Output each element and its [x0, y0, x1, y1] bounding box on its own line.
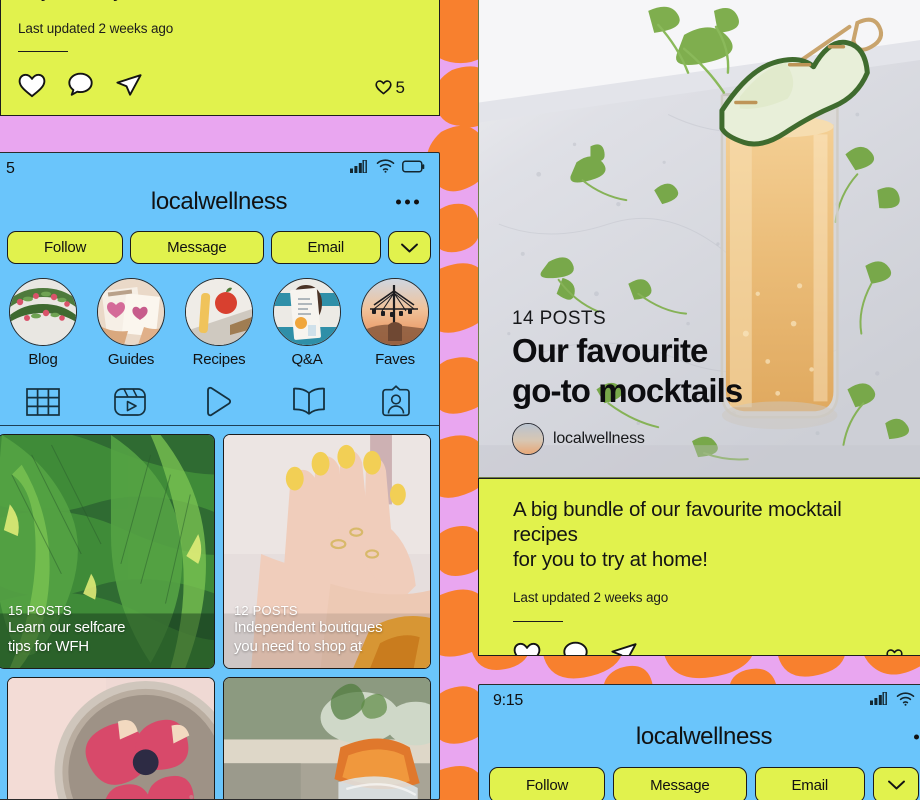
- follow-button[interactable]: Follow: [7, 231, 124, 264]
- caption-meta-left: Last updated 2 weeks ago: [18, 21, 174, 36]
- profile-tabbar-left: [0, 378, 439, 426]
- story-highlights-left: Blog Guides Recipes Q&A Faves: [0, 264, 439, 368]
- reels-icon: [113, 387, 146, 416]
- avatar: [512, 423, 544, 455]
- message-button-right[interactable]: Message: [613, 767, 747, 800]
- caption-right-line2: for you to try at home!: [513, 548, 708, 571]
- status-time-clipped: 5: [6, 159, 15, 177]
- play-icon: [207, 386, 231, 416]
- caption-card-left: A big bundle of our favourite mocktail r…: [0, 0, 440, 116]
- wifi-icon: [376, 159, 395, 178]
- like-count-right: [886, 649, 903, 655]
- email-button[interactable]: Email: [270, 231, 381, 264]
- grid-tile-1-overlay: 15 POSTS Learn our selfcare tips for WFH: [8, 603, 206, 656]
- grid-tile-2-overlay: 12 POSTS Independent boutiques you need …: [234, 603, 422, 656]
- tab-grid[interactable]: [25, 384, 61, 420]
- grid-tile-1-title-line1: Learn our selfcare: [8, 619, 126, 636]
- caption-right-divider: [513, 621, 563, 622]
- mockup-canvas: for you to try at home! A big bundle of …: [0, 0, 920, 800]
- email-button-right[interactable]: Email: [754, 767, 865, 800]
- highlight-label-recipes: Recipes: [192, 351, 246, 368]
- highlight-label-faves: Faves: [375, 351, 415, 368]
- heart-small-icon: [886, 649, 903, 655]
- message-button[interactable]: Message: [130, 231, 264, 264]
- tab-tagged[interactable]: [379, 384, 413, 420]
- grid-tile-1-count: 15 POSTS: [8, 603, 72, 618]
- grid-tile-2-title-line2: you need to shop at: [234, 638, 362, 655]
- post-grid-left: 15 POSTS Learn our selfcare tips for WFH: [0, 426, 439, 799]
- chevron-down-button[interactable]: [388, 231, 431, 264]
- hero-author-name: localwellness: [553, 430, 645, 447]
- highlight-label-qa: Q&A: [291, 351, 323, 368]
- more-options-button-right[interactable]: [914, 734, 920, 740]
- person-card-icon: [382, 384, 411, 416]
- grid-tile-2-count: 12 POSTS: [234, 603, 298, 618]
- highlight-thumb-blog: [9, 278, 77, 346]
- status-bar-right: 9:15: [479, 685, 920, 711]
- heart-icon[interactable]: [18, 73, 46, 103]
- send-icon[interactable]: [610, 641, 638, 655]
- like-count-left: 5: [374, 78, 405, 98]
- highlight-guides[interactable]: Guides: [91, 278, 171, 368]
- highlight-blog[interactable]: Blog: [3, 278, 83, 368]
- profile-nav-right: localwellness: [479, 711, 920, 763]
- profile-handle-right: localwellness: [635, 723, 773, 750]
- send-icon[interactable]: [115, 72, 143, 103]
- signal-icon: [870, 691, 889, 710]
- grid-tile-3[interactable]: [7, 677, 215, 799]
- highlight-thumb-recipes: [185, 278, 253, 346]
- comment-icon[interactable]: [67, 72, 94, 103]
- hero-title-line1: Our favourite: [512, 332, 708, 369]
- hero-guide-card[interactable]: 14 POSTS Our favourite go-to mocktails l…: [478, 0, 920, 478]
- battery-icon: [402, 160, 425, 178]
- highlight-thumb-faves: [361, 278, 429, 346]
- highlight-qa[interactable]: Q&A: [267, 278, 347, 368]
- status-time: 9:15: [493, 692, 523, 709]
- tab-video[interactable]: [199, 384, 239, 420]
- grid-tile-1[interactable]: 15 POSTS Learn our selfcare tips for WFH: [0, 434, 215, 669]
- phone-profile-left: 5 localwellness Follow Message Email Blo…: [0, 152, 440, 800]
- highlight-faves[interactable]: Faves: [355, 278, 435, 368]
- chevron-down-button-right[interactable]: [873, 767, 919, 800]
- clipped-caption-top: for you to try at home!: [0, 0, 440, 2]
- heart-small-icon: [374, 80, 392, 95]
- grid-icon: [25, 387, 60, 416]
- hero-text-block: 14 POSTS Our favourite go-to mocktails l…: [512, 308, 743, 455]
- tab-reels[interactable]: [112, 384, 148, 420]
- profile-nav-left: localwellness: [0, 179, 439, 225]
- grid-image-3: [8, 678, 214, 799]
- chevron-down-icon: [887, 780, 905, 790]
- hero-post-count: 14 POSTS: [512, 308, 607, 329]
- highlight-recipes[interactable]: Recipes: [179, 278, 259, 368]
- profile-action-buttons-left: Follow Message Email: [0, 225, 439, 264]
- profile-handle-left: localwellness: [150, 188, 288, 215]
- signal-icon: [350, 158, 369, 178]
- highlight-thumb-guides: [97, 278, 165, 346]
- phone-profile-right: 9:15 localwellness Follow Message Email: [478, 684, 920, 800]
- heart-icon[interactable]: [513, 642, 541, 655]
- wifi-icon: [896, 691, 915, 711]
- grid-tile-2[interactable]: 12 POSTS Independent boutiques you need …: [223, 434, 431, 669]
- follow-button-right[interactable]: Follow: [489, 767, 606, 800]
- grid-tile-4[interactable]: [223, 677, 431, 799]
- profile-action-buttons-right: Follow Message Email: [479, 763, 920, 800]
- status-bar-left: 5: [0, 153, 439, 179]
- hero-title-line2: go-to mocktails: [512, 372, 743, 409]
- chevron-down-icon: [401, 243, 418, 252]
- caption-right-meta: Last updated 2 weeks ago: [513, 590, 669, 605]
- highlight-thumb-qa: [273, 278, 341, 346]
- grid-image-4: [224, 678, 430, 799]
- grid-tile-1-title-line2: tips for WFH: [8, 638, 89, 655]
- comment-icon[interactable]: [562, 641, 589, 655]
- book-icon: [293, 387, 326, 415]
- caption-divider-left: [18, 51, 68, 52]
- caption-right-line1: A big bundle of our favourite mocktail r…: [513, 498, 842, 546]
- hero-author[interactable]: localwellness: [512, 423, 742, 455]
- highlight-label-guides: Guides: [107, 351, 155, 368]
- highlight-label-blog: Blog: [28, 351, 58, 368]
- tab-guides[interactable]: [290, 385, 328, 419]
- caption-card-right: A big bundle of our favourite mocktail r…: [478, 478, 920, 656]
- more-options-button[interactable]: [396, 199, 419, 205]
- grid-tile-2-title-line1: Independent boutiques: [234, 619, 383, 636]
